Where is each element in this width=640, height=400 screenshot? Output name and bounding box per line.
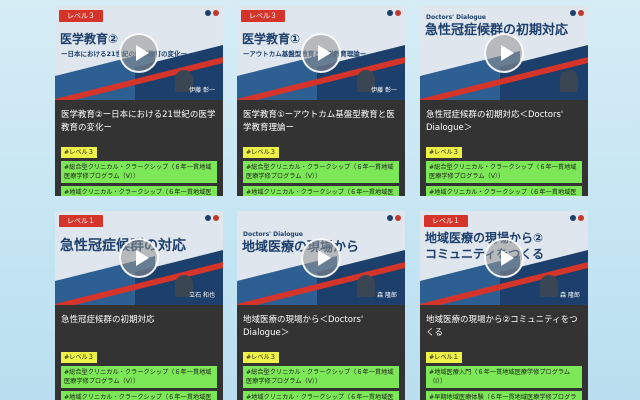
logo-icon	[570, 215, 576, 221]
video-card[interactable]: レベル１ 地域医療の現場から② コミュニティをつくる 森 隆郎 地域医療の現場か…	[420, 211, 588, 400]
logo-icon	[570, 10, 576, 16]
logo-icon	[578, 10, 584, 16]
video-card[interactable]: Doctors' Dialogue 地域医療の現場から 森 隆郎 地域医療の現場…	[237, 211, 405, 400]
video-title[interactable]: 地域医療の現場から＜Doctors' Dialogue＞	[237, 305, 405, 342]
level-tag[interactable]: #レベル３	[243, 147, 279, 158]
program-tag[interactable]: #総合型クリニカル・クラークシップ（６年一貫地域医療学修プログラム（Ⅴ））	[243, 366, 399, 388]
logo-icon	[395, 10, 401, 16]
video-thumbnail[interactable]: レベル３ 医学教育② ー日本における21世紀の医学教育の変化ー 伊藤 彰一	[55, 6, 223, 100]
thumb-level-tag: レベル３	[241, 10, 285, 22]
logo-icon	[213, 10, 219, 16]
logo-icon	[395, 215, 401, 221]
play-icon[interactable]	[301, 238, 341, 278]
speaker-photo	[357, 275, 375, 297]
tag-list: #レベル３ #総合型クリニカル・クラークシップ（６年一貫地域医療学修プログラム（…	[237, 137, 405, 196]
thumb-series-label: Doctors' Dialogue	[243, 231, 304, 238]
program-tag[interactable]: #地域クリニカル・クラークシップ（６年一貫地域医療学修プログラム（Ⅵ））	[243, 391, 399, 400]
video-thumbnail[interactable]: Doctors' Dialogue 急性冠症候群の初期対応	[420, 6, 588, 100]
thumb-title: 医学教育②	[60, 32, 119, 46]
tag-list: #レベル３ #総合型クリニカル・クラークシップ（６年一貫地域医療学修プログラム（…	[237, 342, 405, 400]
level-tag[interactable]: #レベル３	[61, 147, 97, 158]
speaker-photo	[560, 70, 578, 92]
thumb-level-tag: レベル１	[424, 215, 468, 227]
tag-list: #レベル１ #地域医療入門（６年一貫地域医療学修プログラム（Ⅰ）） #早期地域医…	[420, 342, 588, 400]
play-icon[interactable]	[119, 33, 159, 73]
speaker-name: 森 隆郎	[377, 292, 397, 299]
speaker-name: 伊藤 彰一	[371, 87, 397, 94]
speaker-name: 森 隆郎	[560, 292, 580, 299]
tag-list: #レベル３ #総合型クリニカル・クラークシップ（６年一貫地域医療学修プログラム（…	[55, 137, 223, 196]
program-tag[interactable]: #地域クリニカル・クラークシップ（６年一貫地域医療学修プログラム（Ⅵ））	[61, 391, 217, 400]
logo-icon	[387, 215, 393, 221]
video-thumbnail[interactable]: レベル３ 医学教育① ーアウトカム基盤型教育と医学教育理論ー 伊藤 彰一	[237, 6, 405, 100]
level-tag[interactable]: #レベル３	[426, 147, 462, 158]
level-tag[interactable]: #レベル１	[426, 352, 462, 363]
speaker-photo	[540, 275, 558, 297]
play-icon[interactable]	[301, 33, 341, 73]
tag-list: #レベル３ #総合型クリニカル・クラークシップ（６年一貫地域医療学修プログラム（…	[55, 342, 223, 400]
logo-icon	[578, 215, 584, 221]
logo-icon	[387, 10, 393, 16]
speaker-name: 立石 和也	[189, 292, 215, 299]
program-tag[interactable]: #地域クリニカル・クラークシップ（６年一貫地域医療学修プログラム（Ⅵ））	[426, 186, 582, 196]
logo-icon	[205, 10, 211, 16]
video-card[interactable]: レベル１ 急性冠症候群の対応 立石 和也 急性冠症候群の初期対応 #レベル３ #…	[55, 211, 223, 400]
video-title[interactable]: 地域医療の現場から②コミュニティをつくる	[420, 305, 588, 342]
tag-list: #レベル３ #総合型クリニカル・クラークシップ（６年一貫地域医療学修プログラム（…	[420, 137, 588, 196]
level-tag[interactable]: #レベル３	[243, 352, 279, 363]
video-thumbnail[interactable]: レベル１ 急性冠症候群の対応 立石 和也	[55, 211, 223, 305]
video-title[interactable]: 急性冠症候群の初期対応＜Doctors' Dialogue＞	[420, 100, 588, 137]
play-icon[interactable]	[119, 238, 159, 278]
video-title[interactable]: 医学教育②ー日本における21世紀の医学教育の変化ー	[55, 100, 223, 137]
thumb-level-tag: レベル３	[59, 10, 103, 22]
video-card[interactable]: レベル３ 医学教育② ー日本における21世紀の医学教育の変化ー 伊藤 彰一 医学…	[55, 6, 223, 196]
thumb-title: 地域医療の現場から②	[425, 231, 544, 245]
level-tag[interactable]: #レベル３	[61, 352, 97, 363]
program-tag[interactable]: #地域医療入門（６年一貫地域医療学修プログラム（Ⅰ））	[426, 366, 582, 388]
video-card[interactable]: レベル３ 医学教育① ーアウトカム基盤型教育と医学教育理論ー 伊藤 彰一 医学教…	[237, 6, 405, 196]
program-tag[interactable]: #総合型クリニカル・クラークシップ（６年一貫地域医療学修プログラム（Ⅴ））	[243, 161, 399, 183]
video-title[interactable]: 急性冠症候群の初期対応	[55, 305, 223, 342]
thumb-level-tag: レベル１	[59, 215, 103, 227]
video-card[interactable]: Doctors' Dialogue 急性冠症候群の初期対応 急性冠症候群の初期対…	[420, 6, 588, 196]
play-icon[interactable]	[484, 238, 524, 278]
thumb-series-label: Doctors' Dialogue	[426, 14, 487, 21]
program-tag[interactable]: #地域クリニカル・クラークシップ（６年一貫地域医療学修プログラム（Ⅵ））	[61, 186, 217, 196]
logo-icon	[213, 215, 219, 221]
logo-icon	[205, 215, 211, 221]
program-tag[interactable]: #早期地域医療体験（６年一貫地域医療学修プログラム（Ⅱ））	[426, 391, 582, 400]
program-tag[interactable]: #総合型クリニカル・クラークシップ（６年一貫地域医療学修プログラム（Ⅴ））	[61, 161, 217, 183]
thumb-title: 医学教育①	[242, 32, 301, 46]
video-thumbnail[interactable]: Doctors' Dialogue 地域医療の現場から 森 隆郎	[237, 211, 405, 305]
program-tag[interactable]: #地域クリニカル・クラークシップ（６年一貫地域医療学修プログラム（Ⅵ））	[243, 186, 399, 196]
program-tag[interactable]: #総合型クリニカル・クラークシップ（６年一貫地域医療学修プログラム（Ⅴ））	[61, 366, 217, 388]
video-thumbnail[interactable]: レベル１ 地域医療の現場から② コミュニティをつくる 森 隆郎	[420, 211, 588, 305]
speaker-name: 伊藤 彰一	[189, 87, 215, 94]
video-title[interactable]: 医学教育①ーアウトカム基盤型教育と医学教育理論ー	[237, 100, 405, 137]
program-tag[interactable]: #総合型クリニカル・クラークシップ（６年一貫地域医療学修プログラム（Ⅴ））	[426, 161, 582, 183]
play-icon[interactable]	[484, 33, 524, 73]
